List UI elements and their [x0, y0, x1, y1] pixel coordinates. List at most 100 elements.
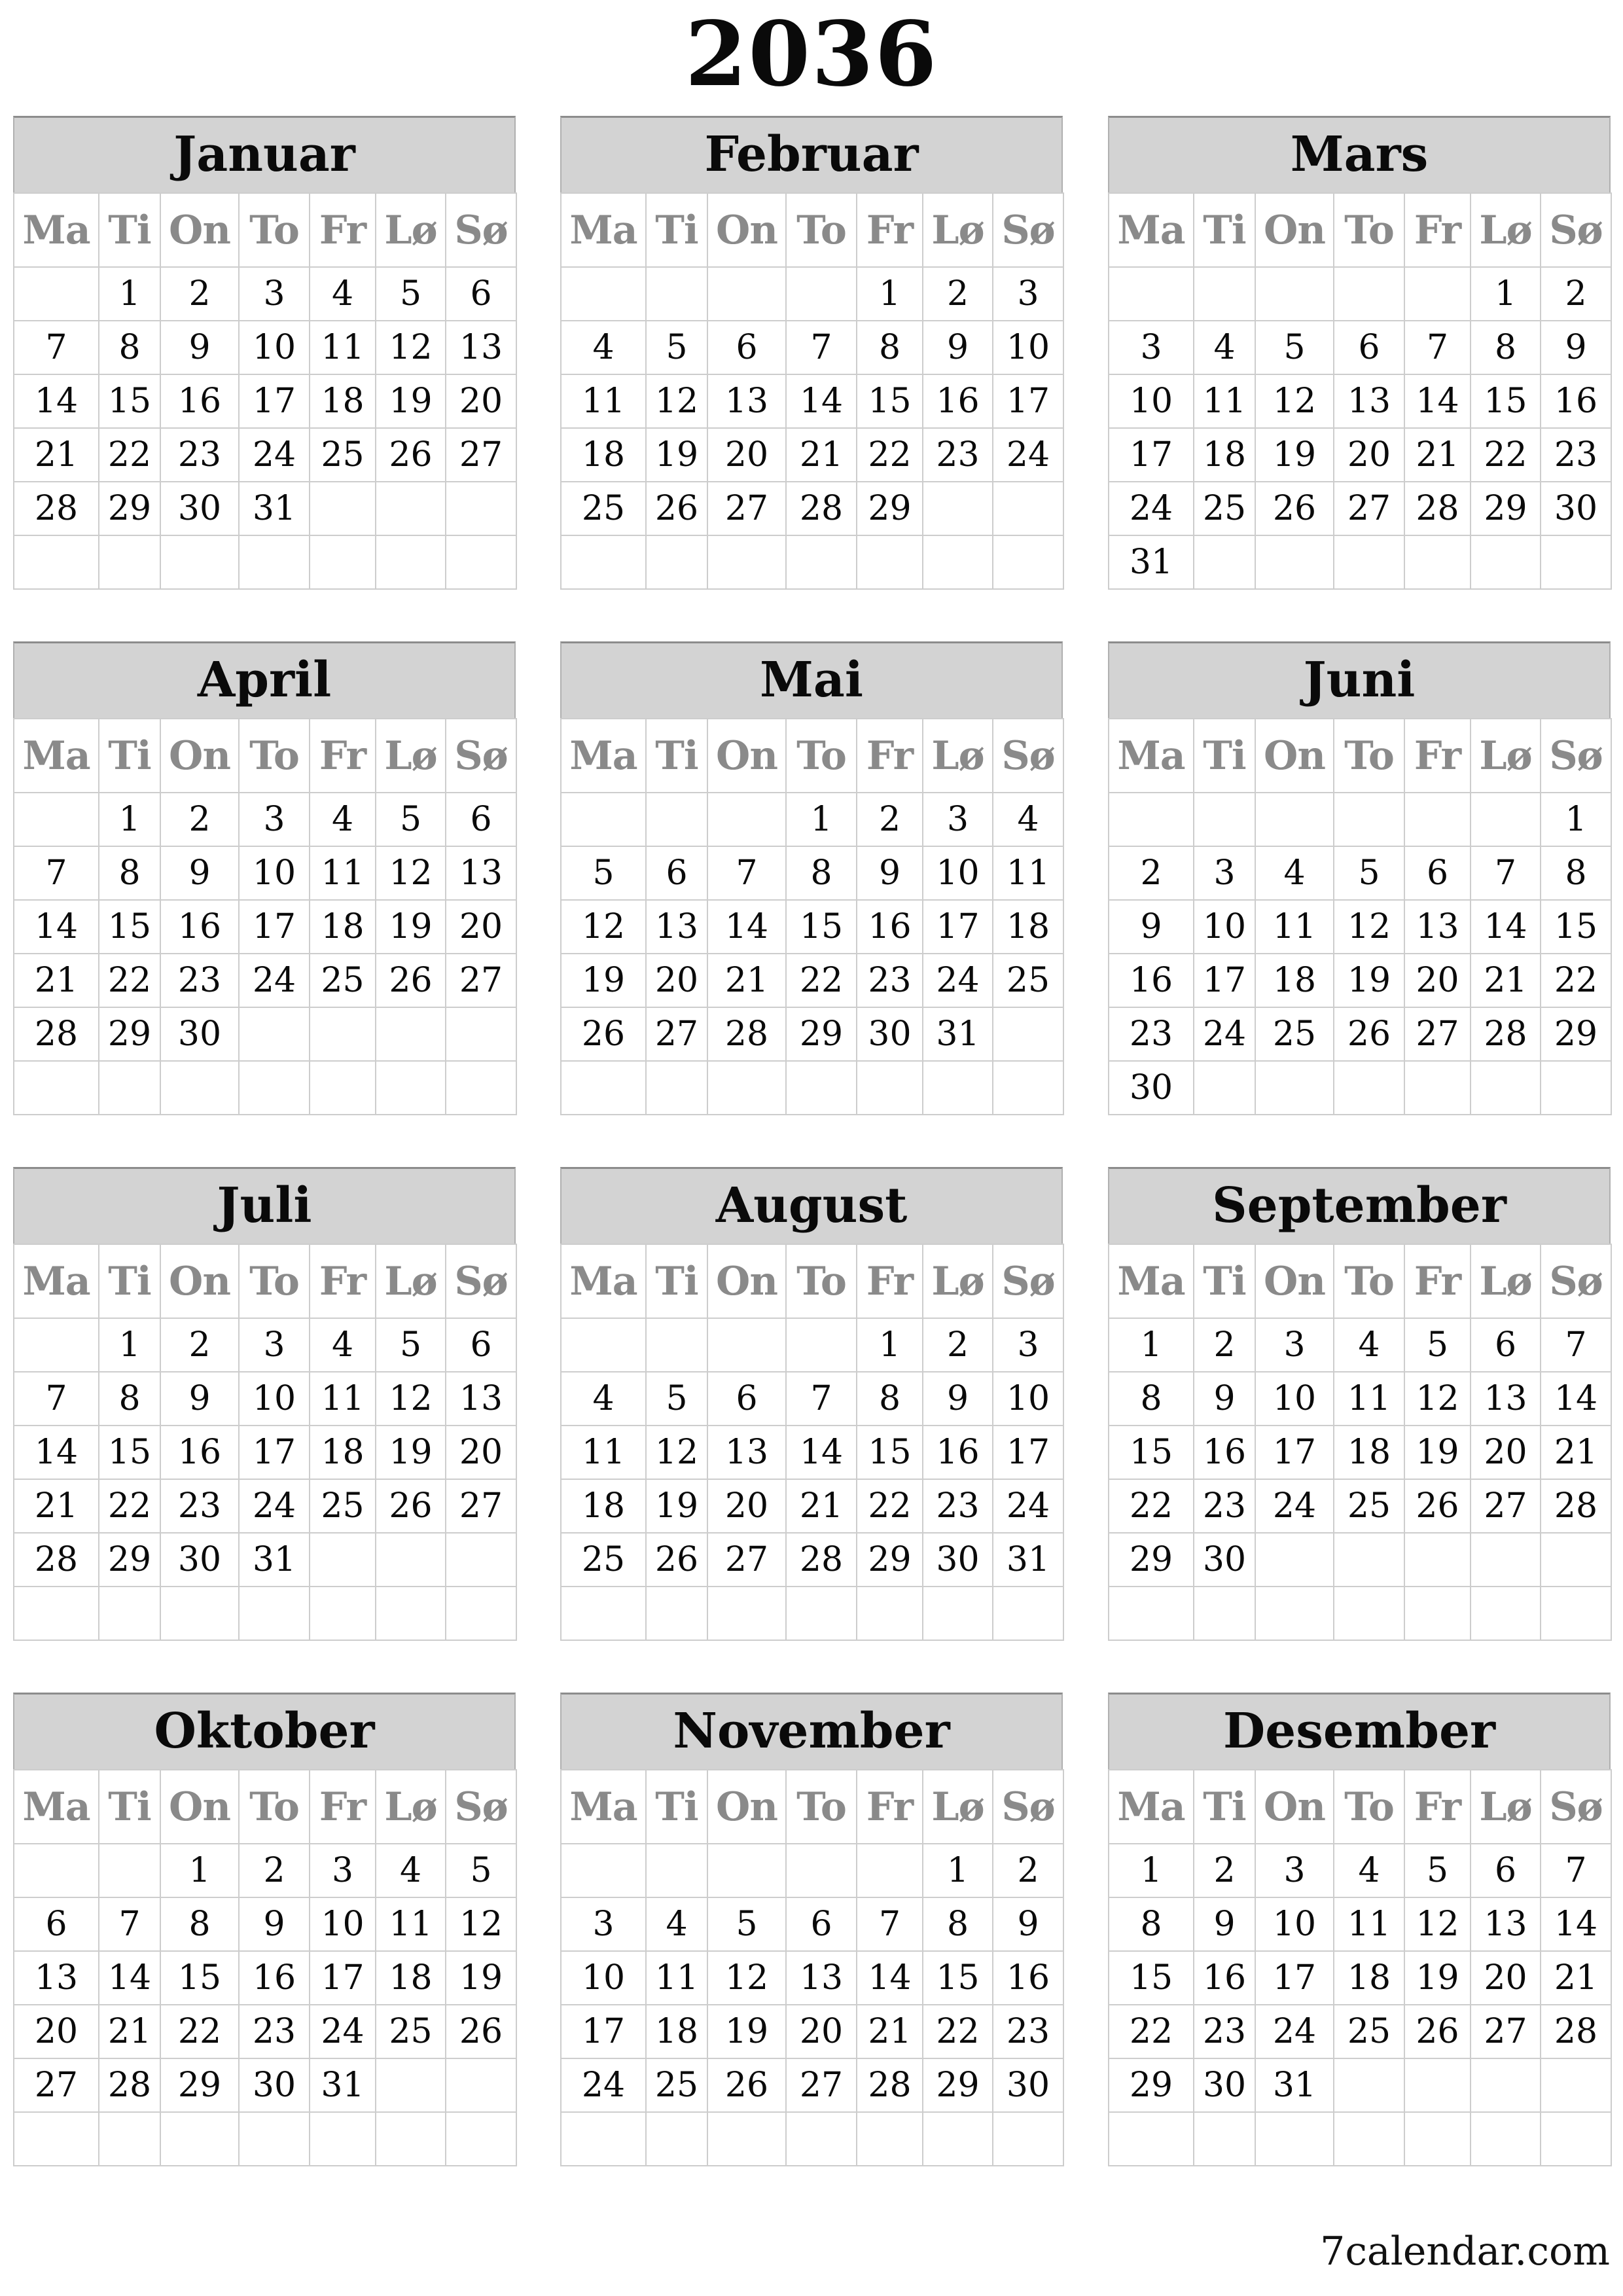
- day-cell: 6: [1404, 846, 1471, 901]
- month-oktober: Oktober Ma Ti On To Fr Lø Sø 1 2 3 4 5 6 7 8 9 10 11 12 13 14…: [13, 1693, 517, 2166]
- day-cell: 30: [238, 2058, 310, 2113]
- day-cell: [238, 2111, 310, 2166]
- day-cell: 10: [992, 320, 1064, 375]
- weekday-header-row: Ma Ti On To Fr Lø Sø: [13, 192, 517, 268]
- week-row: [560, 1586, 1064, 1641]
- day-cell: 18: [645, 2004, 708, 2059]
- day-cell: 30: [1193, 1532, 1256, 1587]
- day-cell: [992, 481, 1064, 536]
- month-name: Juni: [1108, 641, 1611, 718]
- weekday-label: To: [238, 192, 310, 268]
- weekday-label: On: [1255, 718, 1334, 793]
- week-row: 123: [560, 266, 1064, 321]
- week-row: 21 22 23 24 25 26 27: [13, 953, 517, 1008]
- day-cell: 13: [707, 374, 787, 429]
- day-cell: 6: [785, 1897, 857, 1952]
- month-name: April: [13, 641, 516, 718]
- day-cell: 17: [560, 2004, 647, 2059]
- weekday-label: Ma: [560, 1769, 647, 1844]
- day-cell: [785, 1843, 857, 1898]
- day-cell: 18: [309, 374, 376, 429]
- day-cell: [309, 1586, 376, 1641]
- day-cell: 23: [1108, 1007, 1194, 1062]
- day-cell: 3: [1255, 1318, 1334, 1372]
- weekday-label: To: [785, 718, 857, 793]
- day-cell: 28: [785, 481, 857, 536]
- day-cell: [645, 2111, 708, 2166]
- day-cell: 9: [856, 846, 923, 901]
- week-row: 28 29 30 31: [13, 1532, 517, 1587]
- day-cell: 25: [1255, 1007, 1334, 1062]
- week-row: 21 22 23 24 25 26 27: [13, 427, 517, 482]
- day-cell: 14: [1540, 1897, 1612, 1952]
- day-cell: 8: [922, 1897, 993, 1952]
- day-cell: 16: [1108, 953, 1194, 1008]
- day-cell: 18: [992, 899, 1064, 954]
- day-cell: 26: [560, 1007, 647, 1062]
- day-cell: [13, 266, 99, 321]
- day-cell: [375, 481, 446, 536]
- day-cell: 20: [785, 2004, 857, 2059]
- day-cell: 19: [645, 1479, 708, 1534]
- weekday-label: Ti: [1193, 1769, 1256, 1844]
- day-cell: 11: [1333, 1897, 1405, 1952]
- weekday-label: To: [785, 1769, 857, 1844]
- month-name: September: [1108, 1167, 1611, 1244]
- day-cell: [1193, 266, 1256, 321]
- day-cell: 11: [560, 374, 647, 429]
- week-row: 11 12 13 14 15 16 17: [560, 374, 1064, 429]
- day-cell: 3: [238, 1318, 310, 1372]
- day-cell: 19: [375, 374, 446, 429]
- month-name: Januar: [13, 116, 516, 192]
- weekday-label: Ti: [98, 1244, 161, 1319]
- day-cell: [560, 1060, 647, 1115]
- day-cell: 16: [856, 899, 923, 954]
- day-cell: 20: [445, 899, 517, 954]
- day-cell: 13: [445, 320, 517, 375]
- day-cell: [1108, 792, 1194, 847]
- day-cell: 16: [1193, 1950, 1256, 2005]
- day-cell: 12: [375, 1371, 446, 1426]
- day-cell: 29: [856, 1532, 923, 1587]
- day-cell: 3: [922, 792, 993, 847]
- day-cell: [560, 1843, 647, 1898]
- day-cell: [309, 535, 376, 590]
- day-cell: 30: [160, 1007, 240, 1062]
- day-cell: 5: [375, 792, 446, 847]
- month-days-table: Ma Ti On To Fr Lø Sø 1 2 3 4 5 6 7 8 9 10 11 12 13 14 15 16 17 1…: [560, 1244, 1064, 1641]
- day-cell: 4: [375, 1843, 446, 1898]
- day-cell: 19: [1255, 427, 1334, 482]
- day-cell: 20: [1470, 1950, 1541, 2005]
- day-cell: 25: [309, 953, 376, 1008]
- day-cell: 19: [375, 899, 446, 954]
- weekday-label: Ma: [1108, 192, 1194, 268]
- day-cell: 26: [707, 2058, 787, 2113]
- week-row: 17 18 19 20 21 22 23: [560, 2004, 1064, 2059]
- day-cell: 20: [1404, 953, 1471, 1008]
- week-row: 8 9 10 11 12 13 14: [1108, 1897, 1612, 1952]
- day-cell: [707, 1318, 787, 1372]
- weekday-label: Ma: [1108, 1769, 1194, 1844]
- week-row: 1: [1108, 792, 1612, 847]
- weekday-label: On: [160, 192, 240, 268]
- day-cell: 3: [1108, 320, 1194, 375]
- day-cell: 18: [1193, 427, 1256, 482]
- weekday-label: Ma: [560, 1244, 647, 1319]
- month-days-table: Ma Ti On To Fr Lø Sø 1 2 3 4 5 6 7 8 9 10 11 12 13 14 15 16 17 1…: [13, 192, 517, 590]
- week-row: 27 28 29 30 31: [13, 2058, 517, 2113]
- day-cell: 17: [1255, 1425, 1334, 1480]
- day-cell: 13: [1333, 374, 1405, 429]
- weekday-label: Sø: [1540, 718, 1612, 793]
- week-row: 1234567: [1108, 1843, 1612, 1898]
- day-cell: 28: [856, 2058, 923, 2113]
- week-row: 30: [1108, 1060, 1612, 1115]
- day-cell: [785, 1586, 857, 1641]
- day-cell: 5: [445, 1843, 517, 1898]
- day-cell: [1470, 1586, 1541, 1641]
- weekday-label: To: [238, 1244, 310, 1319]
- day-cell: 10: [309, 1897, 376, 1952]
- day-cell: 2: [1108, 846, 1194, 901]
- week-row: 14 15 16 17 18 19 20: [13, 899, 517, 954]
- day-cell: 24: [238, 427, 310, 482]
- day-cell: [1540, 1586, 1612, 1641]
